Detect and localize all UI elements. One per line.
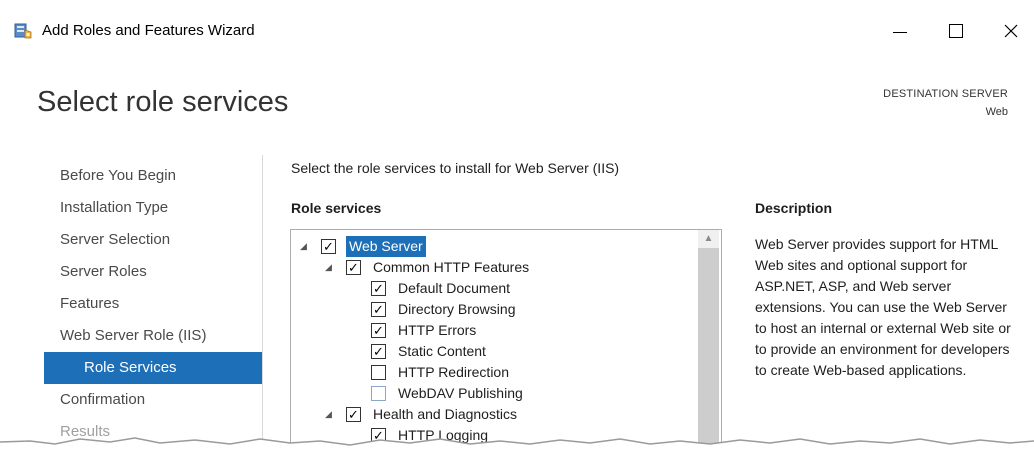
tree-label: Web Server [346,236,426,257]
tree-label: Directory Browsing [398,301,516,317]
scroll-up-arrow-icon[interactable]: ▲ [698,230,719,248]
tree-item-common-http-features[interactable]: ◢ ✓ Common HTTP Features [291,257,691,278]
expand-icon[interactable]: ◢ [300,236,310,257]
page-title: Select role services [37,86,289,118]
server-manager-icon [14,23,32,39]
tree-label: Common HTTP Features [373,259,530,275]
checkbox-health-and-diagnostics[interactable]: ✓ [346,407,361,422]
checkbox-default-document[interactable]: ✓ [371,281,386,296]
tree-item-default-document[interactable]: ✓ Default Document [291,278,691,299]
checkbox-webdav-publishing[interactable] [371,386,386,401]
torn-edge-decoration [0,437,1034,450]
scroll-thumb[interactable] [698,248,719,450]
role-services-heading: Role services [291,200,382,216]
nav-item-before-you-begin[interactable]: Before You Begin [44,160,262,192]
destination-server-value: Web [985,106,1008,118]
checkbox-common-http-features[interactable]: ✓ [346,260,361,275]
tree-item-web-server[interactable]: ◢ ✓ Web Server [291,236,691,257]
wizard-nav: Before You Begin Installation Type Serve… [44,160,262,448]
title-bar: Add Roles and Features Wizard [0,0,1034,64]
role-services-tree[interactable]: ◢ ✓ Web Server ◢ ✓ Common HTTP Features … [290,229,722,450]
tree-item-http-redirection[interactable]: HTTP Redirection [291,362,691,383]
tree-label: WebDAV Publishing [398,385,523,401]
tree-item-directory-browsing[interactable]: ✓ Directory Browsing [291,299,691,320]
minimize-button[interactable] [878,14,920,48]
tree-label: Default Document [398,280,511,296]
nav-item-confirmation[interactable]: Confirmation [44,384,262,416]
checkbox-directory-browsing[interactable]: ✓ [371,302,386,317]
intro-text: Select the role services to install for … [291,160,620,176]
description-text: Web Server provides support for HTML Web… [755,236,1011,378]
checkbox-static-content[interactable]: ✓ [371,344,386,359]
minimize-icon [893,32,907,33]
destination-server-label: DESTINATION SERVER [883,88,1008,100]
checkbox-http-errors[interactable]: ✓ [371,323,386,338]
tree-label: HTTP Errors [398,322,477,338]
expand-icon[interactable]: ◢ [325,404,335,425]
expand-icon[interactable]: ◢ [325,257,335,278]
maximize-icon [949,24,963,38]
nav-item-role-services[interactable]: Role Services [44,352,262,384]
nav-item-server-selection[interactable]: Server Selection [44,224,262,256]
close-icon [1004,24,1018,38]
tree-label: HTTP Redirection [398,364,510,380]
tree-label: Health and Diagnostics [373,406,517,422]
nav-item-server-roles[interactable]: Server Roles [44,256,262,288]
description-heading: Description [755,200,833,216]
tree-label: Static Content [398,343,486,359]
checkbox-http-redirection[interactable] [371,365,386,380]
wizard-window: Add Roles and Features Wizard Select rol… [0,0,1034,450]
checkbox-web-server[interactable]: ✓ [321,239,336,254]
tree-item-webdav-publishing[interactable]: WebDAV Publishing [291,383,691,404]
maximize-button[interactable] [934,14,976,48]
tree-scrollbar[interactable]: ▲ [698,230,719,450]
tree-item-static-content[interactable]: ✓ Static Content [291,341,691,362]
tree-item-health-and-diagnostics[interactable]: ◢ ✓ Health and Diagnostics [291,404,691,425]
nav-item-installation-type[interactable]: Installation Type [44,192,262,224]
nav-item-features[interactable]: Features [44,288,262,320]
close-button[interactable] [990,14,1032,48]
tree-item-http-errors[interactable]: ✓ HTTP Errors [291,320,691,341]
nav-item-web-server-role[interactable]: Web Server Role (IIS) [44,320,262,352]
nav-divider [262,155,263,450]
window-title: Add Roles and Features Wizard [42,22,255,39]
